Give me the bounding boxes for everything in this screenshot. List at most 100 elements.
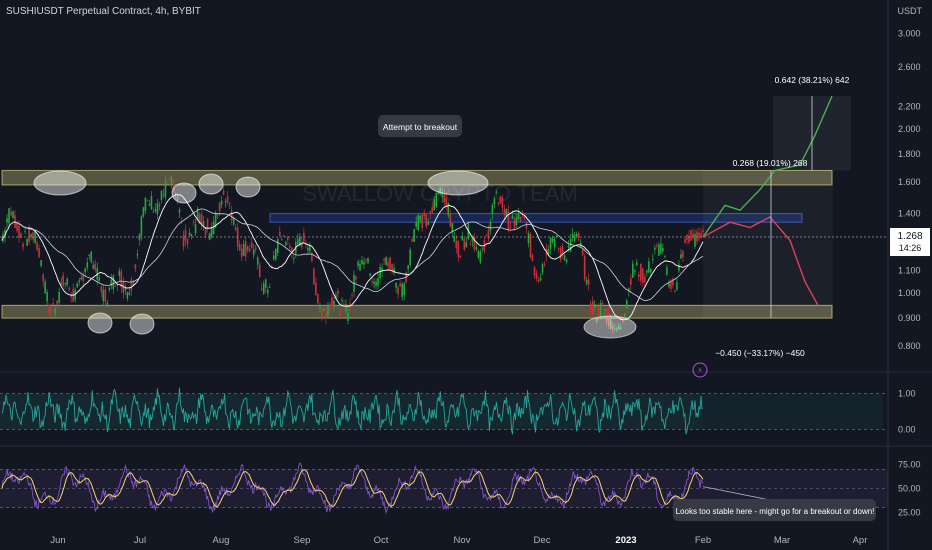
candle-body: [581, 249, 584, 256]
candle-body: [48, 304, 50, 313]
price-tick-label: 1.100: [898, 266, 921, 276]
candle-body: [256, 257, 259, 265]
candle-body: [423, 212, 426, 216]
candle-body: [684, 239, 686, 243]
x-axis-label: Jun: [50, 535, 65, 546]
candle-body: [88, 254, 91, 257]
candle-body: [417, 214, 419, 231]
candle-body: [459, 255, 462, 258]
candle-body: [501, 197, 504, 208]
candle-body: [20, 233, 22, 237]
candle-body: [646, 270, 648, 273]
candle-body: [553, 238, 556, 248]
candle-body: [210, 227, 213, 238]
candle-body: [696, 231, 698, 242]
candle-body: [345, 303, 347, 312]
candle-body: [76, 283, 79, 288]
x-axis-label: Mar: [774, 535, 790, 546]
candle-body: [327, 305, 329, 319]
candle-body: [84, 268, 87, 273]
candle-body: [152, 211, 155, 213]
candle-body: [30, 234, 32, 238]
candle-body: [90, 251, 93, 263]
annotation-target-down: −0.450 (−33.17%) −450: [715, 348, 805, 358]
candle-body: [144, 197, 147, 211]
candle-body: [162, 194, 165, 196]
candle-body: [260, 288, 263, 290]
candle-body: [573, 234, 576, 241]
highlight-ellipse: [33, 170, 87, 196]
candle-body: [499, 195, 502, 204]
candle-body: [60, 282, 62, 285]
price-tick-label: 1.000: [898, 288, 921, 298]
candle-body: [258, 264, 261, 278]
candle-body: [383, 258, 385, 261]
candle-body: [557, 248, 560, 250]
candle-body: [389, 257, 391, 269]
candle-body: [80, 277, 83, 280]
candle-body: [636, 262, 638, 266]
candle-body: [56, 300, 58, 305]
candle-body: [425, 213, 428, 227]
candle-body: [313, 268, 315, 285]
candle-body: [660, 243, 662, 254]
x-axis-label: Nov: [454, 535, 471, 546]
candle-body: [166, 183, 169, 185]
candle-body: [50, 306, 52, 312]
candle-body: [94, 264, 97, 270]
candle-body: [283, 235, 285, 237]
candle-body: [652, 258, 654, 261]
candle-body: [656, 245, 658, 247]
candle-body: [537, 279, 540, 282]
candle-body: [541, 264, 544, 273]
candle-body: [409, 249, 411, 266]
candle-body: [519, 216, 522, 222]
candle-body: [419, 215, 421, 221]
candle-body: [475, 247, 478, 250]
candle-body: [517, 213, 520, 219]
candle-body: [367, 258, 369, 263]
candle-body: [216, 214, 219, 216]
candle-body: [371, 281, 373, 283]
candle-body: [164, 181, 167, 198]
candle-body: [248, 248, 251, 252]
candle-body: [640, 263, 642, 281]
candle-body: [664, 256, 666, 257]
candle-body: [156, 203, 159, 215]
candle-body: [393, 268, 395, 274]
symbol-title: SUSHIUSDT Perpetual Contract, 4h, BYBIT: [6, 6, 201, 17]
x-axis-label: Aug: [213, 535, 230, 546]
candle-body: [634, 270, 636, 272]
candle-body: [648, 261, 650, 273]
candle-body: [493, 198, 496, 205]
candle-body: [527, 233, 530, 243]
candle-body: [650, 268, 652, 273]
candle-body: [246, 246, 249, 251]
currency-unit: USDT: [897, 6, 923, 16]
candle-body: [104, 289, 107, 302]
candle-body: [642, 268, 644, 283]
candle-body: [355, 276, 357, 280]
candle-body: [315, 282, 317, 295]
candle-body: [136, 254, 139, 256]
candle-body: [333, 300, 335, 306]
candle-body: [230, 210, 233, 221]
candle-body: [391, 264, 393, 271]
candle-body: [569, 238, 572, 252]
candle-body: [168, 176, 171, 181]
candle-body: [92, 265, 95, 269]
candle-body: [38, 248, 40, 258]
candle-body: [66, 278, 68, 285]
candle-body: [220, 200, 223, 205]
candle-body: [567, 245, 570, 248]
candle-body: [497, 202, 500, 204]
candle-body: [280, 239, 283, 240]
candle-body: [547, 249, 550, 255]
candle-body: [82, 275, 85, 282]
candle-body: [24, 230, 26, 232]
candle-body: [449, 214, 452, 227]
candle-body: [451, 223, 454, 232]
price-chart[interactable]: SWALLOW CRYPTO TEAMAttempt to breakout0.…: [0, 0, 932, 550]
candle-body: [178, 209, 181, 213]
candle-body: [206, 218, 209, 229]
